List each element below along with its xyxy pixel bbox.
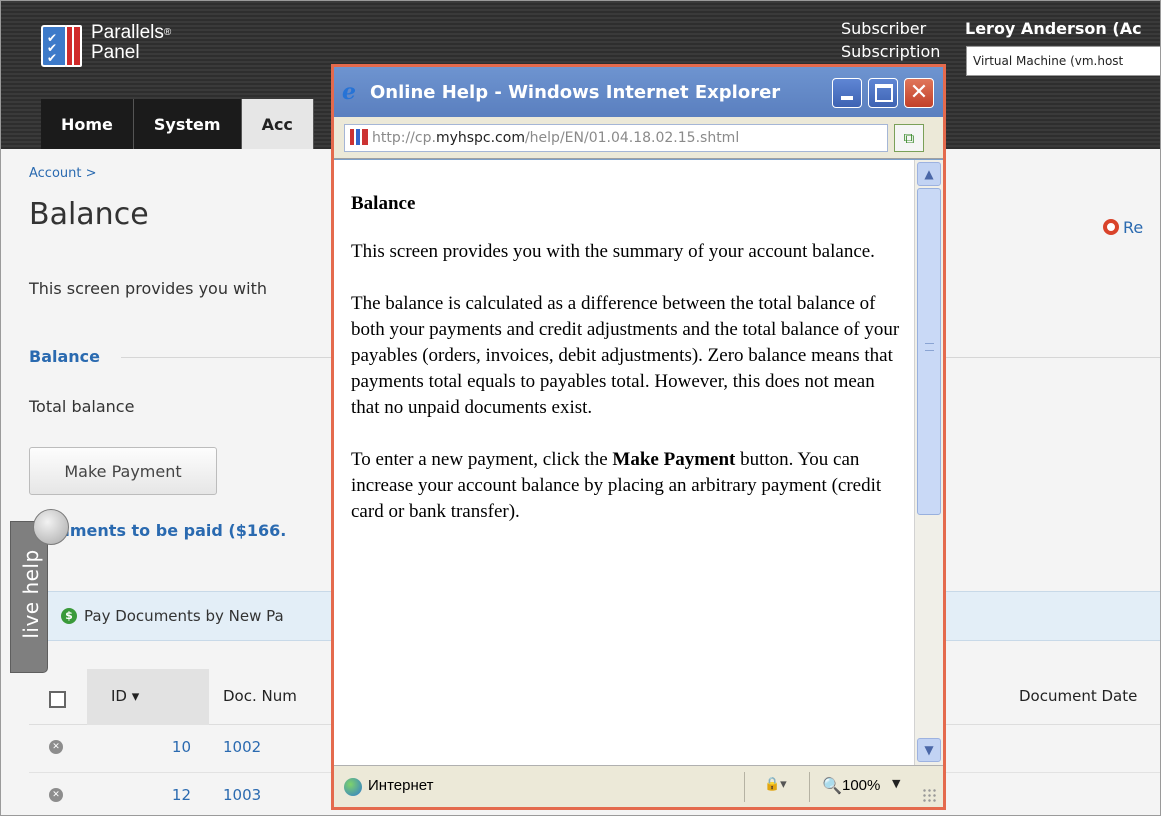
subscriber-label: Subscriber <box>841 19 927 38</box>
row-id-link[interactable]: 12 <box>167 786 191 804</box>
main-nav: Home System Acc <box>41 99 314 149</box>
scroll-down-arrow-icon[interactable]: ▼ <box>917 738 941 762</box>
tab-system[interactable]: System <box>133 99 242 149</box>
zoom-icon[interactable]: 🔍 <box>822 776 842 795</box>
logo-text[interactable]: Parallels® Panel <box>91 23 171 63</box>
url-prefix: http://cp. <box>372 130 436 146</box>
id-column-header[interactable] <box>87 669 209 725</box>
id-column-label[interactable]: ID ▾ <box>111 687 139 705</box>
compatibility-view-icon[interactable]: ⧉ <box>894 124 924 152</box>
page-title: Balance <box>29 197 149 232</box>
security-zone-label: Интернет <box>368 777 434 794</box>
status-bar: Интернет 🔒▾ 🔍 100% ▼ <box>334 765 943 807</box>
logo-registered: ® <box>163 27 172 38</box>
doc-num-column-header[interactable]: Doc. Num <box>223 687 297 705</box>
maximize-icon <box>875 84 893 102</box>
help-titlebar[interactable]: e Online Help - Windows Internet Explore… <box>334 67 943 117</box>
globe-icon <box>344 778 362 796</box>
status-icon: ✕ <box>49 788 63 802</box>
tab-account[interactable]: Acc <box>241 99 314 149</box>
site-icon <box>350 129 368 145</box>
protected-mode-icon[interactable]: 🔒▾ <box>764 777 787 792</box>
zoom-level[interactable]: 100% <box>842 777 880 794</box>
url-host: myhspc.com <box>435 130 525 146</box>
scroll-up-arrow-icon[interactable]: ▲ <box>917 162 941 186</box>
maximize-button[interactable] <box>868 78 898 108</box>
live-help-tab[interactable]: live help <box>10 521 48 673</box>
help-content: Balance This screen provides you with th… <box>334 160 914 765</box>
screenshot: ✔ ✔ ✔ Parallels® Panel Subscriber Subscrip… <box>0 0 1161 816</box>
vertical-scrollbar[interactable]: ▲ ▼ <box>914 160 943 765</box>
pay-documents-link[interactable]: Pay Documents by New Pa <box>84 607 284 625</box>
status-divider <box>809 772 810 802</box>
report-link-label: Re <box>1123 218 1144 237</box>
address-field[interactable]: http://cp.myhspc.com/help/EN/01.04.18.02… <box>344 124 888 152</box>
help-window-title: Online Help - Windows Internet Explorer <box>370 82 781 103</box>
grip-icon <box>925 343 934 351</box>
scrollbar-thumb[interactable] <box>917 188 941 515</box>
row-doc-num-link[interactable]: 1002 <box>223 738 261 756</box>
document-date-column-header[interactable]: Document Date <box>1019 687 1137 705</box>
logo-line1: Parallels <box>91 22 164 43</box>
help-paragraph: The balance is calculated as a differenc… <box>351 293 900 418</box>
internet-explorer-icon: e <box>342 79 356 105</box>
address-bar: http://cp.myhspc.com/help/EN/01.04.18.02… <box>334 117 943 159</box>
documents-to-be-paid-heading: cuments to be paid ($166. <box>49 521 287 540</box>
row-doc-num-link[interactable]: 1003 <box>223 786 261 804</box>
tab-home[interactable]: Home <box>41 99 134 149</box>
intro-text: This screen provides you with <box>29 279 267 298</box>
status-divider <box>744 772 745 802</box>
help-paragraph: To enter a new payment, click the Make P… <box>351 447 902 525</box>
subscription-label: Subscription <box>841 42 941 61</box>
live-help-knob-icon[interactable] <box>33 509 69 545</box>
id-header-text: ID <box>111 687 127 705</box>
total-balance-label: Total balance <box>29 397 135 416</box>
row-id-link[interactable]: 10 <box>167 738 191 756</box>
help-text: To enter a new payment, click the <box>351 449 613 470</box>
report-link[interactable]: Re <box>1103 218 1143 237</box>
sort-down-icon: ▾ <box>131 687 140 705</box>
make-payment-button[interactable]: Make Payment <box>29 447 217 495</box>
parallels-logo-icon: ✔ ✔ ✔ <box>41 25 83 67</box>
resize-grip-icon[interactable] <box>922 788 936 802</box>
close-button[interactable]: ✕ <box>904 78 934 108</box>
select-all-checkbox[interactable] <box>49 691 66 708</box>
zoom-dropdown-icon[interactable]: ▼ <box>892 777 900 790</box>
subscription-select[interactable]: Virtual Machine (vm.host <box>966 46 1160 76</box>
logo-line2: Panel <box>91 42 140 63</box>
pay-icon: $ <box>61 608 77 624</box>
help-paragraph: This screen provides you with the summar… <box>351 241 875 262</box>
make-payment-reference: Make Payment <box>612 449 736 470</box>
online-help-window: e Online Help - Windows Internet Explore… <box>331 64 946 810</box>
lifebuoy-icon <box>1103 219 1119 235</box>
breadcrumb[interactable]: Account > <box>29 166 97 181</box>
balance-section-heading: Balance <box>29 347 100 366</box>
minimize-button[interactable] <box>832 78 862 108</box>
url-path: /help/EN/01.04.18.02.15.shtml <box>524 130 740 146</box>
minimize-icon <box>841 96 853 100</box>
user-name[interactable]: Leroy Anderson (Ac <box>965 19 1142 38</box>
help-heading: Balance <box>351 193 416 214</box>
status-icon: ✕ <box>49 740 63 754</box>
